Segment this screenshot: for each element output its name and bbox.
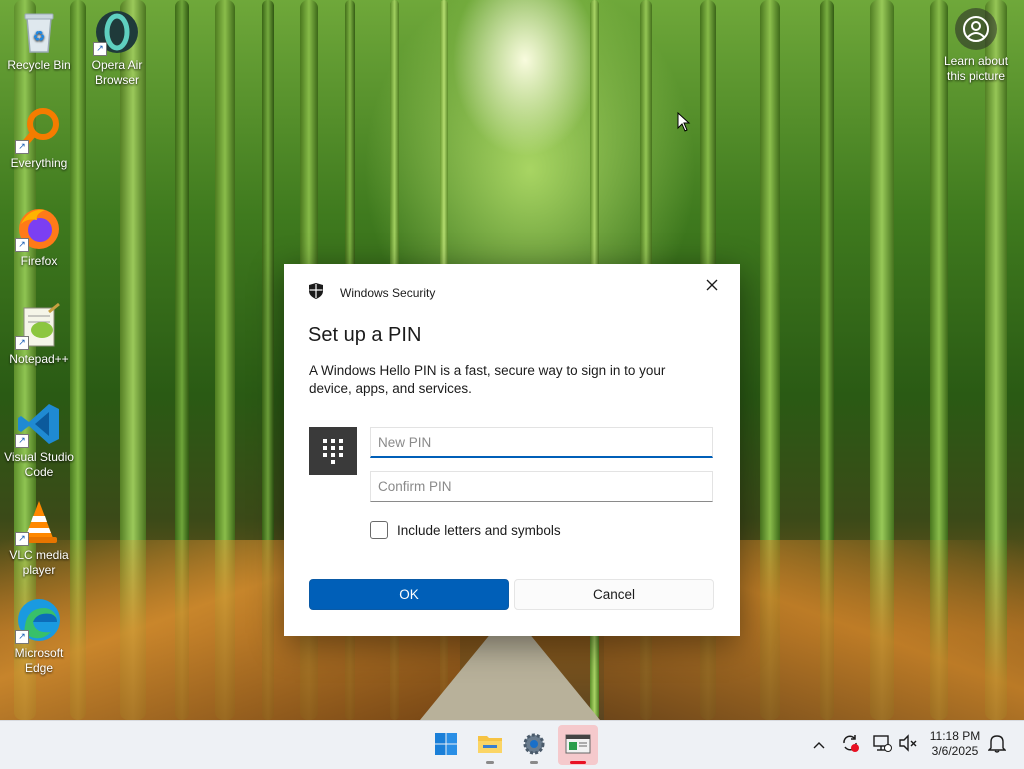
desktop-icon-recycle-bin[interactable]: ♻ Recycle Bin — [1, 8, 77, 73]
confirm-pin-input[interactable] — [370, 471, 713, 502]
desktop-icon-label: Visual Studio Code — [4, 450, 74, 479]
dialog-app-name: Windows Security — [340, 285, 436, 300]
desktop-icon-notepad-plus-plus[interactable]: ↗ Notepad++ — [1, 302, 77, 367]
close-icon — [706, 279, 718, 294]
credential-app-icon — [565, 733, 591, 758]
shortcut-arrow-icon: ↗ — [15, 434, 29, 448]
close-button[interactable] — [698, 272, 726, 300]
start-button[interactable] — [426, 725, 466, 765]
desktop-icon-everything[interactable]: ↗ Everything — [1, 106, 77, 171]
shortcut-arrow-icon: ↗ — [15, 630, 29, 644]
clock-date: 3/6/2025 — [931, 744, 979, 758]
bell-icon — [987, 733, 1007, 756]
tray-sync-status[interactable] — [839, 733, 861, 755]
windows-security-dialog: Windows Security Set up a PIN A Windows … — [284, 264, 740, 636]
taskbar-clock[interactable]: 11:18 PM 3/6/2025 — [920, 729, 990, 759]
volume-muted-icon — [898, 733, 918, 756]
notifications-button[interactable] — [986, 733, 1008, 755]
tray-network[interactable] — [871, 733, 893, 755]
running-indicator — [486, 761, 494, 764]
taskbar-file-explorer[interactable] — [470, 725, 510, 765]
settings-icon — [522, 732, 546, 759]
shortcut-arrow-icon: ↗ — [15, 140, 29, 154]
shield-icon — [308, 282, 324, 303]
dialog-header: Windows Security — [308, 282, 435, 303]
desktop-icon-firefox[interactable]: ↗ Firefox — [1, 204, 77, 269]
shortcut-arrow-icon: ↗ — [93, 42, 107, 56]
shortcut-arrow-icon: ↗ — [15, 336, 29, 350]
firefox-icon: ↗ — [15, 204, 63, 252]
dialog-description: A Windows Hello PIN is a fast, secure wa… — [309, 363, 666, 396]
opera-air-icon: ↗ — [93, 8, 141, 56]
file-explorer-icon — [477, 733, 503, 758]
desktop-icon-vscode[interactable]: ↗ Visual Studio Code — [1, 400, 77, 480]
sync-alert-icon — [840, 733, 860, 756]
desktop-icon-label: Everything — [10, 156, 68, 170]
desktop-icon-opera-air[interactable]: ↗ Opera Air Browser — [79, 8, 155, 88]
desktop-icon-vlc[interactable]: ↗ VLC media player — [1, 498, 77, 578]
learn-about-picture[interactable]: Learn about this picture — [938, 8, 1014, 84]
desktop-icon-label: Recycle Bin — [7, 58, 71, 72]
running-indicator — [530, 761, 538, 764]
clock-time: 11:18 PM — [929, 729, 981, 743]
dialog-title: Set up a PIN — [308, 324, 422, 346]
everything-search-icon: ↗ — [15, 106, 63, 154]
new-pin-input[interactable] — [370, 427, 713, 458]
start-icon — [434, 732, 458, 759]
vscode-icon: ↗ — [15, 400, 63, 448]
network-disconnected-icon — [872, 733, 892, 756]
desktop-icon-edge[interactable]: ↗ Microsoft Edge — [1, 596, 77, 676]
show-hidden-icons-button[interactable] — [808, 733, 830, 755]
mouse-cursor-icon — [677, 111, 691, 135]
taskbar-credential-app[interactable] — [558, 725, 598, 765]
desktop-icon-label: Opera Air Browser — [91, 58, 143, 87]
include-letters-checkbox-row[interactable]: Include letters and symbols — [370, 521, 561, 539]
learn-about-picture-label: Learn about this picture — [943, 54, 1009, 83]
vlc-cone-icon: ↗ — [15, 498, 63, 546]
chevron-up-icon — [813, 737, 825, 752]
edge-icon: ↗ — [15, 596, 63, 644]
notepad-plus-plus-icon: ↗ — [15, 302, 63, 350]
desktop-icon-label: VLC media player — [9, 548, 69, 577]
desktop-icon-label: Firefox — [20, 254, 58, 268]
shortcut-arrow-icon: ↗ — [15, 238, 29, 252]
taskbar-settings[interactable] — [514, 725, 554, 765]
ok-button[interactable]: OK — [309, 579, 509, 610]
desktop-icon-label: Microsoft Edge — [14, 646, 64, 675]
svg-text:♻: ♻ — [33, 28, 46, 44]
include-letters-label: Include letters and symbols — [397, 522, 561, 538]
active-indicator — [570, 761, 586, 764]
desktop-icon-label: Notepad++ — [9, 352, 69, 366]
keypad-icon — [309, 427, 357, 475]
tray-volume[interactable] — [897, 733, 919, 755]
recycle-bin-icon: ♻ — [15, 8, 63, 56]
cancel-button[interactable]: Cancel — [514, 579, 714, 610]
taskbar: 11:18 PM 3/6/2025 — [0, 720, 1024, 769]
include-letters-checkbox[interactable] — [370, 521, 388, 539]
shortcut-arrow-icon: ↗ — [15, 532, 29, 546]
camera-info-icon — [955, 8, 997, 50]
